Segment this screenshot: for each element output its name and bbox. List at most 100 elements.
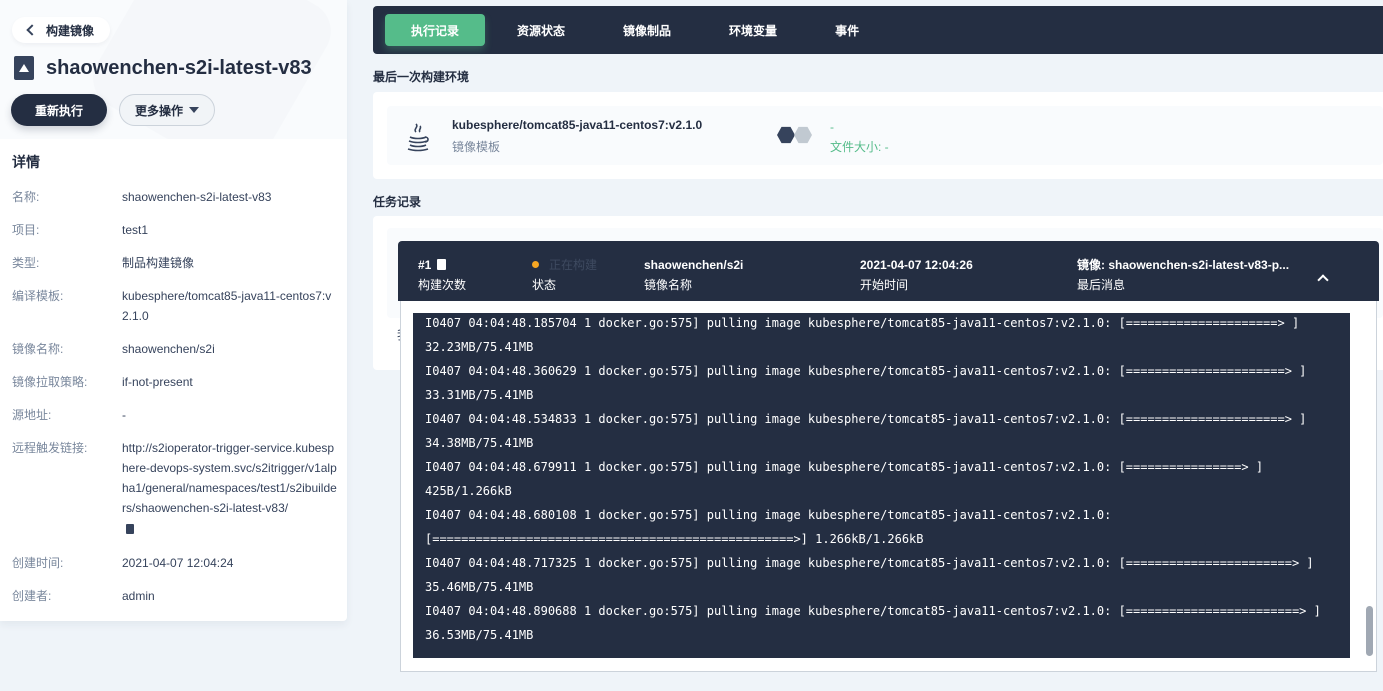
log-scrollbar[interactable] [1365, 309, 1373, 662]
log-line: I0407 04:04:48.717325 1 docker.go:575] p… [425, 556, 1314, 570]
image-name-label: 镜像名称 [644, 278, 693, 292]
log-lines: I0407 04:04:48.185704 1 docker.go:575] p… [413, 313, 1350, 647]
env-image-label: 镜像模板 [452, 140, 501, 154]
detail-row: 镜像名称: shaowenchen/s2i [12, 339, 337, 359]
env-file-size: 文件大小: - [830, 140, 889, 154]
env-status-dash: - [830, 120, 834, 134]
caret-down-icon [189, 107, 199, 113]
env-status: - 文件大小: - [830, 117, 889, 157]
log-line: I0407 04:04:48.679911 1 docker.go:575] p… [425, 460, 1264, 474]
image-name-value: shaowenchen/s2i [644, 258, 744, 272]
log-line: I0407 04:04:48.890688 1 docker.go:575] p… [425, 604, 1321, 618]
detail-value-text: http://s2ioperator-trigger-service.kubes… [122, 441, 337, 515]
detail-value: if-not-present [122, 372, 193, 392]
env-section-title: 最后一次构建环境 [373, 70, 470, 84]
log-line: 36.53MB/75.41MB [425, 628, 534, 642]
details-title: 详情 [12, 154, 40, 170]
more-actions-button[interactable]: 更多操作 [119, 94, 215, 126]
detail-key: 镜像名称: [12, 342, 64, 356]
detail-value-text: if-not-present [122, 375, 193, 389]
detail-value-text: admin [122, 589, 155, 603]
layers-icon [777, 126, 812, 144]
detail-value: shaowenchen-s2i-latest-v83 [122, 187, 271, 207]
detail-value-text: 制品构建镜像 [122, 256, 195, 270]
detail-value-text: shaowenchen/s2i [122, 342, 215, 356]
detail-key: 编译模板: [12, 289, 64, 303]
scrollbar-thumb[interactable] [1366, 606, 1373, 656]
detail-value: 2021-04-07 12:04:24 [122, 553, 233, 573]
detail-value: shaowenchen/s2i [122, 339, 215, 359]
detail-key: 创建者: [12, 589, 52, 603]
log-line: 32.23MB/75.41MB [425, 340, 534, 354]
log-container: I0407 04:04:48.185704 1 docker.go:575] p… [400, 301, 1377, 672]
log-line: I0407 04:04:48.360629 1 docker.go:575] p… [425, 364, 1307, 378]
detail-row: 创建时间: 2021-04-07 12:04:24 [12, 553, 337, 573]
image-name-col: shaowenchen/s2i 镜像名称 [644, 255, 743, 295]
back-button[interactable]: 构建镜像 [12, 17, 111, 43]
detail-key: 镜像拉取策略: [12, 375, 88, 389]
detail-value: admin [122, 586, 155, 606]
detail-key: 远程触发链接: [12, 441, 88, 455]
log-line: I0407 04:04:48.534833 1 docker.go:575] p… [425, 412, 1307, 426]
file-icon [14, 56, 34, 80]
task-section-title: 任务记录 [373, 195, 422, 209]
env-image-name: kubesphere/tomcat85-java11-centos7:v2.1.… [452, 118, 703, 132]
rerun-button[interactable]: 重新执行 [11, 94, 107, 126]
resource-title: shaowenchen-s2i-latest-v83 [14, 56, 312, 80]
detail-row: 名称: shaowenchen-s2i-latest-v83 [12, 187, 337, 207]
detail-value-text: test1 [122, 223, 149, 237]
tab-bar: 执行记录 资源状态 镜像制品 环境变量 事件 [373, 6, 1383, 54]
running-status-dot [532, 261, 539, 268]
run-number-label: 构建次数 [418, 278, 467, 292]
log-file-icon[interactable] [437, 259, 447, 270]
log-line: 33.31MB/75.41MB [425, 388, 534, 402]
last-message-col: 镜像: shaowenchen-s2i-latest-v83-p... 最后消息 [1077, 255, 1289, 295]
env-image-info: kubesphere/tomcat85-java11-centos7:v2.1.… [452, 118, 702, 155]
detail-panel: 构建镜像 shaowenchen-s2i-latest-v83 重新执行 更多操… [0, 0, 347, 621]
log-line: 425B/1.266kB [425, 484, 512, 498]
log-line: [=======================================… [425, 532, 924, 546]
last-message-value: 镜像: shaowenchen-s2i-latest-v83-p... [1077, 258, 1290, 272]
detail-key: 源地址: [12, 408, 52, 422]
page-title: shaowenchen-s2i-latest-v83 [46, 56, 312, 79]
detail-row: 创建者: admin [12, 586, 337, 606]
tab-1[interactable]: 资源状态 [491, 14, 591, 46]
more-actions-label: 更多操作 [134, 103, 183, 118]
last-message-label: 最后消息 [1077, 278, 1126, 292]
detail-value: test1 [122, 220, 148, 240]
status-value: 正在构建 [549, 258, 598, 272]
detail-key: 名称: [12, 190, 40, 204]
status-label: 状态 [532, 278, 557, 292]
tab-3[interactable]: 环境变量 [703, 14, 803, 46]
detail-value-text: - [122, 408, 126, 422]
tab-0[interactable]: 执行记录 [385, 14, 486, 46]
detail-row: 镜像拉取策略: if-not-present [12, 372, 337, 392]
run-number: #1 [418, 258, 432, 272]
start-time-value: 2021-04-07 12:04:26 [860, 258, 973, 272]
tab-4[interactable]: 事件 [809, 14, 885, 46]
detail-key: 项目: [12, 223, 40, 237]
detail-key: 创建时间: [12, 556, 64, 570]
log-line: 34.38MB/75.41MB [425, 436, 534, 450]
start-time-label: 开始时间 [860, 278, 909, 292]
hex-dark-icon [777, 126, 795, 144]
env-card: kubesphere/tomcat85-java11-centos7:v2.1.… [373, 92, 1383, 179]
log-viewer[interactable]: I0407 04:04:48.185704 1 docker.go:575] p… [413, 313, 1350, 658]
back-label: 构建镜像 [46, 23, 95, 38]
log-line: 35.46MB/75.41MB [425, 580, 534, 594]
hex-light-icon [794, 126, 812, 144]
copy-icon[interactable] [123, 521, 134, 534]
start-time-col: 2021-04-07 12:04:26 开始时间 [860, 255, 973, 295]
detail-row: 编译模板: kubesphere/tomcat85-java11-centos7:… [12, 286, 337, 326]
status-col: 正在构建 状态 [532, 255, 597, 295]
detail-row: 类型: 制品构建镜像 [12, 253, 337, 273]
log-line: I0407 04:04:48.680108 1 docker.go:575] p… [425, 508, 1112, 522]
chevron-left-icon [26, 24, 38, 36]
tab-2[interactable]: 镜像制品 [597, 14, 697, 46]
detail-row: 项目: test1 [12, 220, 337, 240]
detail-value: - [122, 405, 126, 425]
detail-row: 源地址: - [12, 405, 337, 425]
run-header[interactable]: #1 构建次数 正在构建 状态 shaowenchen/s2i 镜像名称 202… [398, 241, 1379, 301]
detail-value: http://s2ioperator-trigger-service.kubes… [122, 438, 337, 540]
log-line: I0407 04:04:48.185704 1 docker.go:575] p… [425, 316, 1300, 330]
